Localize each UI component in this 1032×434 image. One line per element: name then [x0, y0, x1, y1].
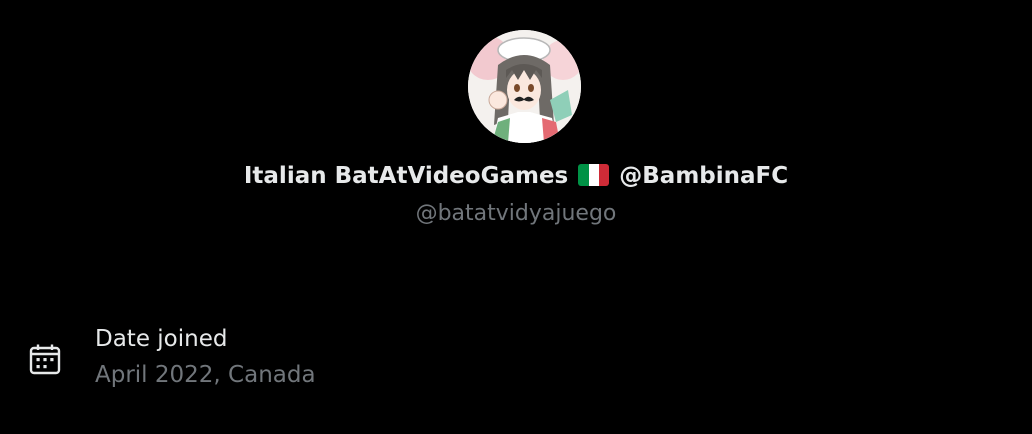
anime-avatar	[468, 30, 581, 143]
profile-handle: @batatvidyajuego	[415, 201, 617, 226]
display-name-text: Italian BatAtVideoGames	[243, 163, 569, 189]
profile-display-name: Italian BatAtVideoGames @BambinaFC	[0, 160, 1032, 192]
italy-flag-icon	[578, 164, 610, 186]
display-name-suffix: @BambinaFC	[619, 163, 789, 189]
date-joined-value: April 2022, Canada	[95, 362, 316, 388]
calendar-icon	[29, 344, 61, 375]
profile-avatar[interactable]	[468, 30, 581, 143]
date-joined-text: Date joined April 2022, Canada	[95, 322, 316, 392]
date-joined-label: Date joined	[95, 326, 228, 352]
profile-about-panel: Italian BatAtVideoGames @BambinaFC @bata…	[0, 0, 1032, 434]
